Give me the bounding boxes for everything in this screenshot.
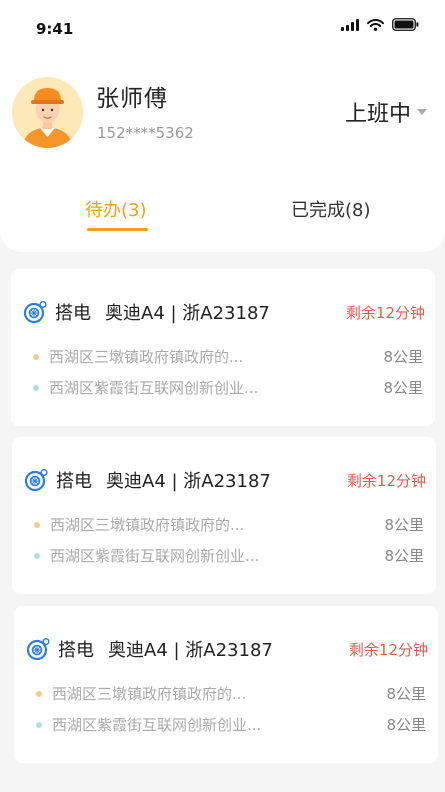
destination-address: 西湖区紫霞街互联网创新创业... — [49, 379, 259, 397]
destination-dot-icon — [36, 721, 42, 728]
destination-address-row: 西湖区紫霞街互联网创新创业... — [36, 714, 292, 735]
origin-address-row: 西湖区三墩镇政府镇政府的... — [33, 346, 289, 367]
status-icons — [341, 18, 419, 31]
destination-dot-icon — [34, 552, 40, 559]
destination-dot-icon — [33, 384, 39, 391]
wifi-icon — [367, 18, 384, 31]
origin-address: 西湖区三墩镇政府镇政府的... — [50, 516, 245, 534]
destination-distance: 8公里 — [384, 547, 424, 565]
destination-distance: 8公里 — [386, 716, 426, 734]
remaining-time: 剩余12分钟 — [346, 472, 426, 490]
avatar[interactable] — [12, 77, 83, 148]
origin-dot-icon — [33, 353, 39, 360]
profile-header: 9:41 张师傅 152****5362 上班中 待办(3) 已完成(8) — [0, 0, 445, 252]
service-type: 搭电 — [55, 303, 91, 324]
origin-dot-icon — [34, 521, 40, 528]
battery-icon — [392, 18, 419, 31]
status-time: 9:41 — [36, 20, 74, 38]
task-title: 搭电 奥迪A4 | 浙A23187 — [26, 636, 273, 662]
tire-icon — [26, 637, 50, 661]
task-card[interactable]: 搭电 奥迪A4 | 浙A23187 剩余12分钟 西湖区三墩镇政府镇政府的...… — [12, 437, 436, 594]
origin-distance: 8公里 — [386, 685, 426, 703]
task-card[interactable]: 搭电 奥迪A4 | 浙A23187 剩余12分钟 西湖区三墩镇政府镇政府的...… — [14, 606, 438, 763]
task-card[interactable]: 搭电 奥迪A4 | 浙A23187 剩余12分钟 西湖区三墩镇政府镇政府的...… — [11, 269, 435, 426]
remaining-time: 剩余12分钟 — [345, 304, 425, 322]
origin-address-row: 西湖区三墩镇政府镇政府的... — [34, 514, 290, 535]
origin-distance: 8公里 — [384, 516, 424, 534]
destination-address: 西湖区紫霞街互联网创新创业... — [52, 716, 262, 734]
tire-icon — [23, 300, 47, 324]
origin-dot-icon — [36, 690, 42, 697]
origin-address-row: 西湖区三墩镇政府镇政府的... — [36, 683, 292, 704]
tire-icon — [24, 468, 48, 492]
remaining-time: 剩余12分钟 — [348, 641, 428, 659]
destination-address-row: 西湖区紫霞街互联网创新创业... — [33, 377, 289, 398]
vehicle-info: 奥迪A4 | 浙A23187 — [108, 640, 273, 661]
status-bar: 9:41 — [0, 0, 445, 56]
driver-name: 张师傅 — [96, 86, 168, 112]
tab-todo[interactable]: 待办(3) — [85, 196, 147, 222]
driver-phone: 152****5362 — [97, 124, 194, 142]
caret-down-icon — [417, 109, 427, 115]
signal-icon — [341, 18, 359, 31]
origin-distance: 8公里 — [383, 348, 423, 366]
vehicle-info: 奥迪A4 | 浙A23187 — [105, 303, 270, 324]
tab-completed[interactable]: 已完成(8) — [291, 196, 371, 222]
active-tab-indicator — [87, 228, 148, 231]
task-title: 搭电 奥迪A4 | 浙A23187 — [24, 467, 271, 493]
destination-distance: 8公里 — [383, 379, 423, 397]
vehicle-info: 奥迪A4 | 浙A23187 — [106, 471, 271, 492]
duty-status-label: 上班中 — [344, 102, 411, 127]
destination-address-row: 西湖区紫霞街互联网创新创业... — [34, 545, 290, 566]
origin-address: 西湖区三墩镇政府镇政府的... — [52, 685, 247, 703]
service-type: 搭电 — [58, 640, 94, 661]
duty-status-dropdown[interactable]: 上班中 — [345, 96, 427, 128]
service-type: 搭电 — [56, 471, 92, 492]
destination-address: 西湖区紫霞街互联网创新创业... — [50, 547, 260, 565]
origin-address: 西湖区三墩镇政府镇政府的... — [49, 348, 244, 366]
task-title: 搭电 奥迪A4 | 浙A23187 — [23, 299, 270, 325]
